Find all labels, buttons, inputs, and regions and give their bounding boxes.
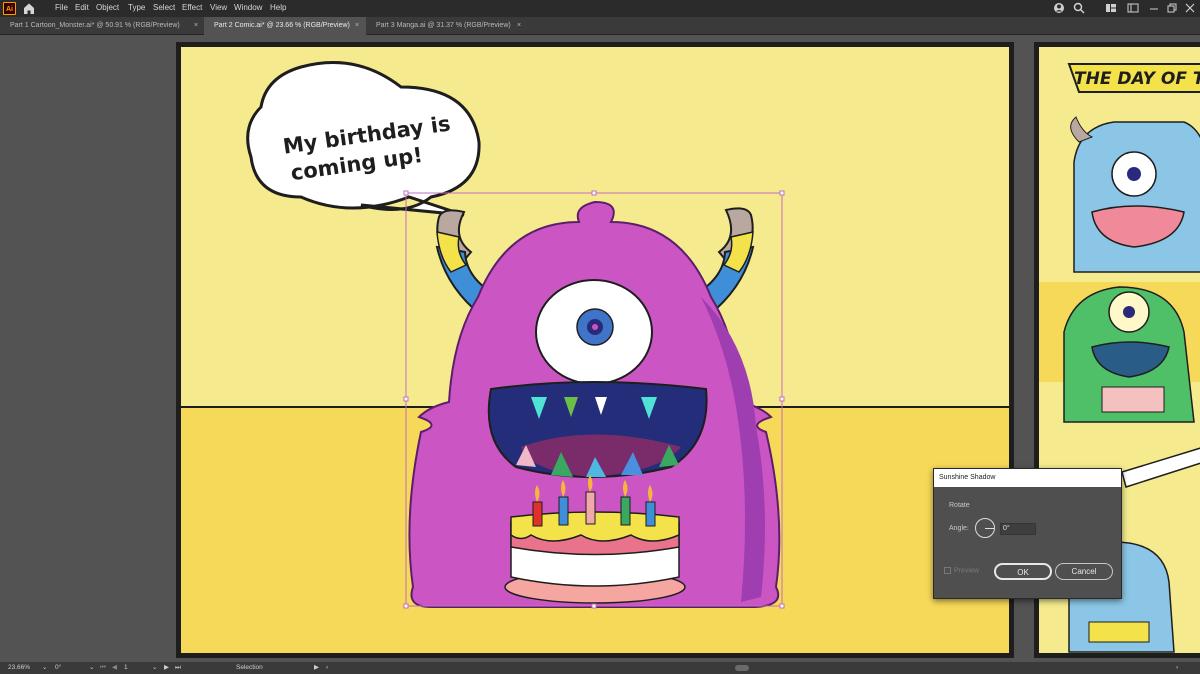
menu-object[interactable]: Object bbox=[96, 3, 119, 12]
menu-type[interactable]: Type bbox=[128, 3, 145, 12]
minimize-icon[interactable] bbox=[1148, 2, 1160, 14]
tab-label: Part 2 Comic.ai* @ 23.66 % (RGB/Preview) bbox=[214, 22, 350, 29]
next-artboard-icon[interactable]: ▶ bbox=[164, 663, 169, 673]
menu-file[interactable]: File bbox=[55, 3, 68, 12]
menu-edit[interactable]: Edit bbox=[75, 3, 89, 12]
sunshine-shadow-dialog[interactable]: Sunshine Shadow Rotate Angle: 0° Preview… bbox=[933, 468, 1122, 599]
preview-checkbox[interactable]: Preview bbox=[944, 567, 979, 574]
tab-comic[interactable]: Part 2 Comic.ai* @ 23.66 % (RGB/Preview)… bbox=[204, 17, 366, 35]
close-window-icon[interactable] bbox=[1184, 2, 1196, 14]
tab-close-icon[interactable]: × bbox=[355, 17, 359, 35]
menu-bar: Ai File Edit Object Type Select Effect V… bbox=[0, 0, 1200, 17]
artwork[interactable]: My birthday is coming up! bbox=[181, 47, 1009, 653]
search-icon[interactable] bbox=[1073, 2, 1085, 14]
preview-label: Preview bbox=[954, 567, 979, 575]
home-icon[interactable] bbox=[22, 2, 36, 15]
checkbox-icon[interactable] bbox=[944, 567, 951, 574]
account-icon[interactable] bbox=[1053, 2, 1065, 14]
tab-cartoon-monster[interactable]: Part 1 Cartoon_Monster.ai* @ 50.91 % (RG… bbox=[0, 17, 205, 35]
restore-icon[interactable] bbox=[1166, 2, 1178, 14]
menu-view[interactable]: View bbox=[210, 3, 227, 12]
previous-artboard-icon[interactable]: ◀ bbox=[112, 663, 117, 673]
menu-window[interactable]: Window bbox=[234, 3, 262, 12]
tab-label: Part 1 Cartoon_Monster.ai* @ 50.91 % (RG… bbox=[10, 22, 180, 29]
status-menu-icon[interactable]: ▶ bbox=[314, 663, 319, 673]
monster-mouth bbox=[487, 381, 708, 478]
chevron-down-icon[interactable]: ⌄ bbox=[89, 663, 94, 673]
ok-button[interactable]: OK bbox=[994, 563, 1052, 580]
current-tool: Selection bbox=[236, 664, 263, 671]
tab-close-icon[interactable]: × bbox=[194, 17, 198, 35]
scroll-left-icon[interactable]: ‹ bbox=[326, 663, 328, 673]
artboard-main[interactable]: My birthday is coming up! bbox=[176, 42, 1014, 658]
menu-select[interactable]: Select bbox=[153, 3, 175, 12]
scroll-right-icon[interactable]: › bbox=[1176, 663, 1178, 673]
workspace-switcher-icon[interactable] bbox=[1127, 2, 1139, 14]
angle-label: Angle: bbox=[949, 525, 969, 532]
cancel-button[interactable]: Cancel bbox=[1055, 563, 1113, 580]
chevron-down-icon[interactable]: ⌄ bbox=[42, 663, 47, 673]
rotation-value[interactable]: 0° bbox=[55, 663, 61, 673]
status-bar: 23.66% ⌄ 0° ⌄ ⏮ ◀ 1 ⌄ ▶ ⏭ Selection ▶ ‹ … bbox=[0, 662, 1200, 674]
chevron-down-icon[interactable]: ⌄ bbox=[152, 663, 157, 673]
blue-monster-thumbnail bbox=[1070, 116, 1200, 273]
menu-effect[interactable]: Effect bbox=[182, 3, 202, 12]
tab-manga[interactable]: Part 3 Manga.ai @ 31.37 % (RGB/Preview) … bbox=[366, 17, 528, 35]
illustrator-logo: Ai bbox=[3, 2, 16, 15]
angle-dial[interactable] bbox=[975, 518, 995, 538]
angle-input[interactable]: 0° bbox=[1000, 523, 1036, 535]
comic-panel[interactable]: My birthday is coming up! bbox=[181, 47, 1009, 653]
dialog-title[interactable]: Sunshine Shadow bbox=[934, 469, 1121, 487]
horizontal-scrollbar-thumb[interactable] bbox=[735, 665, 749, 671]
menu-help[interactable]: Help bbox=[270, 3, 286, 12]
tab-label: Part 3 Manga.ai @ 31.37 % (RGB/Preview) bbox=[376, 22, 511, 29]
document-tabs: Part 1 Cartoon_Monster.ai* @ 50.91 % (RG… bbox=[0, 17, 1200, 35]
comic-title-banner: THE DAY OF T bbox=[1074, 69, 1200, 89]
monster-eye bbox=[535, 279, 653, 385]
artboard-number[interactable]: 1 bbox=[124, 663, 128, 673]
first-artboard-icon[interactable]: ⏮ bbox=[100, 663, 106, 673]
zoom-level[interactable]: 23.66% bbox=[8, 663, 30, 673]
rotate-section-label: Rotate bbox=[949, 502, 970, 509]
last-artboard-icon[interactable]: ⏭ bbox=[175, 663, 181, 673]
tab-close-icon[interactable]: × bbox=[517, 17, 521, 35]
arrange-documents-icon[interactable] bbox=[1105, 2, 1117, 14]
